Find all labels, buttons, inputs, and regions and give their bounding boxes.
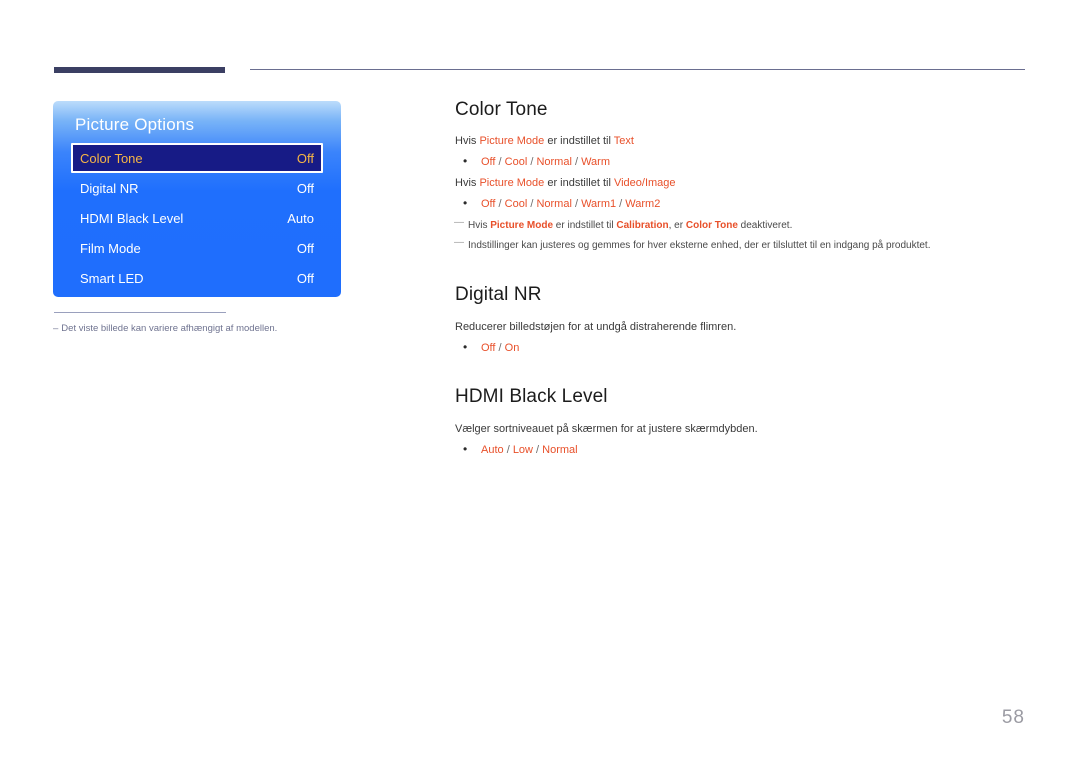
t-hi: Picture Mode (490, 220, 554, 231)
opt: Cool (504, 156, 528, 168)
opt: Warm (581, 156, 610, 168)
panel-note: – Det viste billede kan variere afhængigt… (53, 322, 383, 336)
color-tone-options-video: Off / Cool / Normal / Warm1 / Warm2 (455, 194, 1030, 213)
section-digital-nr: Digital NR Reducerer billedstøjen for at… (455, 283, 1030, 357)
opt: Normal (536, 198, 572, 210)
color-tone-note-calibration: Hvis Picture Mode er indstillet til Cali… (454, 214, 1030, 235)
t-hi: Color Tone (685, 220, 738, 231)
option-item: Off / Cool / Normal / Warm1 / Warm2 (455, 194, 1030, 213)
t: er indstillet til (544, 177, 614, 189)
section-title: Color Tone (455, 99, 548, 120)
header-rule-thin (250, 69, 1025, 70)
osd-menu-list: Color Tone Off Digital NR Off HDMI Black… (53, 143, 341, 293)
panel-note-text: Det viste billede kan variere afhængigt … (61, 323, 278, 334)
osd-row-label: Smart LED (80, 270, 144, 286)
t: , er (668, 220, 686, 231)
opt: On (504, 342, 520, 354)
option-item: Off / Cool / Normal / Warm (455, 152, 1030, 171)
page-number: 58 (1001, 707, 1025, 728)
panel-note-divider (54, 312, 226, 313)
hdmi-black-level-options: Auto / Low / Normal (455, 440, 1030, 459)
opt: Cool (504, 198, 528, 210)
osd-row-value: Off (296, 150, 314, 166)
color-tone-options-text: Off / Cool / Normal / Warm (455, 152, 1030, 171)
hdmi-black-level-description: Vælger sortniveauet på skærmen for at ju… (455, 423, 758, 435)
osd-row-label: Film Mode (80, 240, 141, 256)
section-hdmi-black-level: HDMI Black Level Vælger sortniveauet på … (455, 385, 1030, 459)
section-title: Digital NR (455, 284, 542, 305)
t: er indstillet til (544, 135, 614, 147)
opt: Off (481, 342, 496, 354)
t-hi: Picture Mode (479, 135, 545, 147)
opt: Auto (481, 444, 504, 456)
digital-nr-description: Reducerer billedstøjen for at undgå dist… (455, 321, 737, 333)
osd-row-label: Color Tone (80, 150, 143, 166)
opt: Off (481, 156, 496, 168)
osd-row-film-mode[interactable]: Film Mode Off (71, 233, 323, 263)
opt: Normal (536, 156, 572, 168)
t: er indstillet til (553, 220, 617, 231)
opt: Off (481, 198, 496, 210)
t-hi: Video/Image (613, 177, 676, 189)
osd-row-color-tone[interactable]: Color Tone Off (71, 143, 323, 173)
panel-note-dash: – (53, 323, 59, 334)
osd-row-label: HDMI Black Level (80, 210, 184, 226)
osd-row-value: Off (296, 240, 314, 256)
picture-options-panel: Picture Options Color Tone Off Digital N… (53, 101, 341, 297)
opt: Warm1 (581, 198, 617, 210)
option-item: Auto / Low / Normal (455, 440, 1030, 459)
section-title: HDMI Black Level (455, 386, 608, 407)
panel-title: Picture Options (75, 115, 195, 134)
content-column: Color Tone Hvis Picture Mode er indstill… (454, 98, 1030, 463)
color-tone-line-video: Hvis Picture Mode er indstillet til Vide… (455, 175, 1030, 192)
osd-row-digital-nr[interactable]: Digital NR Off (71, 173, 323, 203)
t-hi: Calibration (616, 220, 669, 231)
osd-row-label: Digital NR (80, 180, 139, 196)
t: Hvis (455, 135, 480, 147)
t-hi: Picture Mode (479, 177, 545, 189)
color-tone-line-text: Hvis Picture Mode er indstillet til Text (455, 133, 1030, 150)
opt: Warm2 (625, 198, 661, 210)
osd-row-smart-led[interactable]: Smart LED Off (71, 263, 323, 293)
section-color-tone: Color Tone Hvis Picture Mode er indstill… (454, 98, 1030, 255)
header-rule-thick (54, 67, 225, 73)
t-hi: Text (613, 135, 634, 147)
opt: Low (512, 444, 533, 456)
t: Hvis (468, 220, 491, 231)
digital-nr-options: Off / On (455, 338, 1030, 357)
osd-row-hdmi-black-level[interactable]: HDMI Black Level Auto (71, 203, 323, 233)
option-item: Off / On (455, 338, 1030, 357)
t: Hvis (455, 177, 480, 189)
opt: Normal (542, 444, 578, 456)
osd-row-value: Off (296, 180, 314, 196)
color-tone-note-settings: Indstillinger kan justeres og gemmes for… (454, 234, 1030, 255)
t: deaktiveret. (737, 220, 793, 231)
osd-row-value: Auto (287, 210, 314, 226)
osd-row-value: Off (296, 270, 314, 286)
